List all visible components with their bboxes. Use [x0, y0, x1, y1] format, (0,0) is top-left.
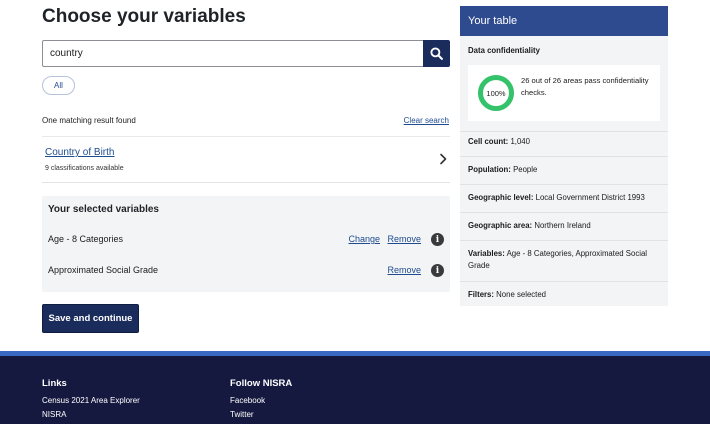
- selected-variable-label: Approximated Social Grade: [48, 265, 159, 275]
- footer-link-twitter[interactable]: Twitter: [230, 410, 292, 419]
- results-summary: One matching result found Clear search: [42, 116, 450, 128]
- divider: [460, 281, 668, 282]
- row-label: Geographic level:: [468, 193, 534, 202]
- remove-variable-link[interactable]: Remove: [387, 234, 421, 244]
- panel-title: Your table: [460, 6, 668, 36]
- save-and-continue-button[interactable]: Save and continue: [42, 304, 139, 333]
- result-count: One matching result found: [42, 116, 136, 125]
- cell-count-row: Cell count: 1,040: [460, 136, 668, 148]
- remove-variable-link[interactable]: Remove: [387, 265, 421, 275]
- row-value: Northern Ireland: [534, 221, 591, 230]
- row-value: None selected: [496, 290, 547, 299]
- selected-variables-title: Your selected variables: [48, 204, 159, 215]
- selected-variables-panel: Your selected variables Age - 8 Categori…: [42, 196, 450, 292]
- geographic-level-row: Geographic level: Local Government Distr…: [460, 192, 668, 204]
- population-row: Population: People: [460, 164, 668, 176]
- divider: [460, 240, 668, 241]
- filter-all-pill[interactable]: All: [42, 76, 75, 95]
- divider: [460, 156, 668, 157]
- result-item-subtitle: 9 classifications available: [45, 165, 124, 172]
- selected-variable-row: Age - 8 Categories Change Remove i: [48, 233, 444, 249]
- row-value: Local Government District 1993: [535, 193, 645, 202]
- row-label: Geographic area:: [468, 221, 533, 230]
- search-icon: [430, 47, 443, 60]
- footer-links-column: Links Census 2021 Area Explorer NISRA: [42, 378, 140, 424]
- row-label: Cell count:: [468, 137, 509, 146]
- search-button[interactable]: [423, 40, 450, 67]
- row-label: Population:: [468, 165, 511, 174]
- divider: [460, 212, 668, 213]
- result-item-country-of-birth[interactable]: Country of Birth 9 classifications avail…: [42, 137, 450, 183]
- chevron-right-icon: [440, 153, 447, 165]
- footer-link-area-explorer[interactable]: Census 2021 Area Explorer: [42, 396, 140, 405]
- filters-row: Filters: None selected: [460, 289, 668, 301]
- page-title: Choose your variables: [42, 6, 246, 27]
- footer-follow-column: Follow NISRA Facebook Twitter: [230, 378, 292, 424]
- search-input[interactable]: [42, 40, 424, 67]
- footer-link-facebook[interactable]: Facebook: [230, 396, 292, 405]
- row-label: Variables:: [468, 249, 505, 258]
- row-value: 1,040: [510, 137, 530, 146]
- selected-variable-row: Approximated Social Grade Remove i: [48, 264, 444, 280]
- result-item-name[interactable]: Country of Birth: [45, 147, 114, 158]
- footer-link-nisra[interactable]: NISRA: [42, 410, 140, 419]
- divider: [460, 131, 668, 132]
- search-bar: [42, 40, 450, 67]
- confidentiality-donut: 100%: [478, 75, 514, 111]
- footer-follow-heading: Follow NISRA: [230, 378, 293, 389]
- your-table-panel: Your table Data confidentiality 100% 26 …: [460, 6, 668, 306]
- geographic-area-row: Geographic area: Northern Ireland: [460, 220, 668, 232]
- info-icon[interactable]: i: [431, 264, 444, 277]
- variables-row: Variables: Age - 8 Categories, Approxima…: [460, 248, 668, 272]
- selected-variable-label: Age - 8 Categories: [48, 234, 124, 244]
- footer-stripe: [0, 351, 710, 356]
- confidentiality-text: 26 out of 26 areas pass confidentiality …: [521, 76, 649, 97]
- change-variable-link[interactable]: Change: [348, 234, 380, 244]
- clear-search-link[interactable]: Clear search: [404, 116, 449, 125]
- confidentiality-title: Data confidentiality: [468, 46, 540, 55]
- row-value: People: [513, 165, 538, 174]
- row-label: Filters:: [468, 290, 494, 299]
- site-footer: Links Census 2021 Area Explorer NISRA Fo…: [0, 351, 710, 424]
- footer-links-heading: Links: [42, 378, 67, 389]
- confidentiality-box: 100% 26 out of 26 areas pass confidentia…: [468, 65, 660, 121]
- divider: [460, 184, 668, 185]
- info-icon[interactable]: i: [431, 233, 444, 246]
- confidentiality-percent: 100%: [486, 89, 506, 98]
